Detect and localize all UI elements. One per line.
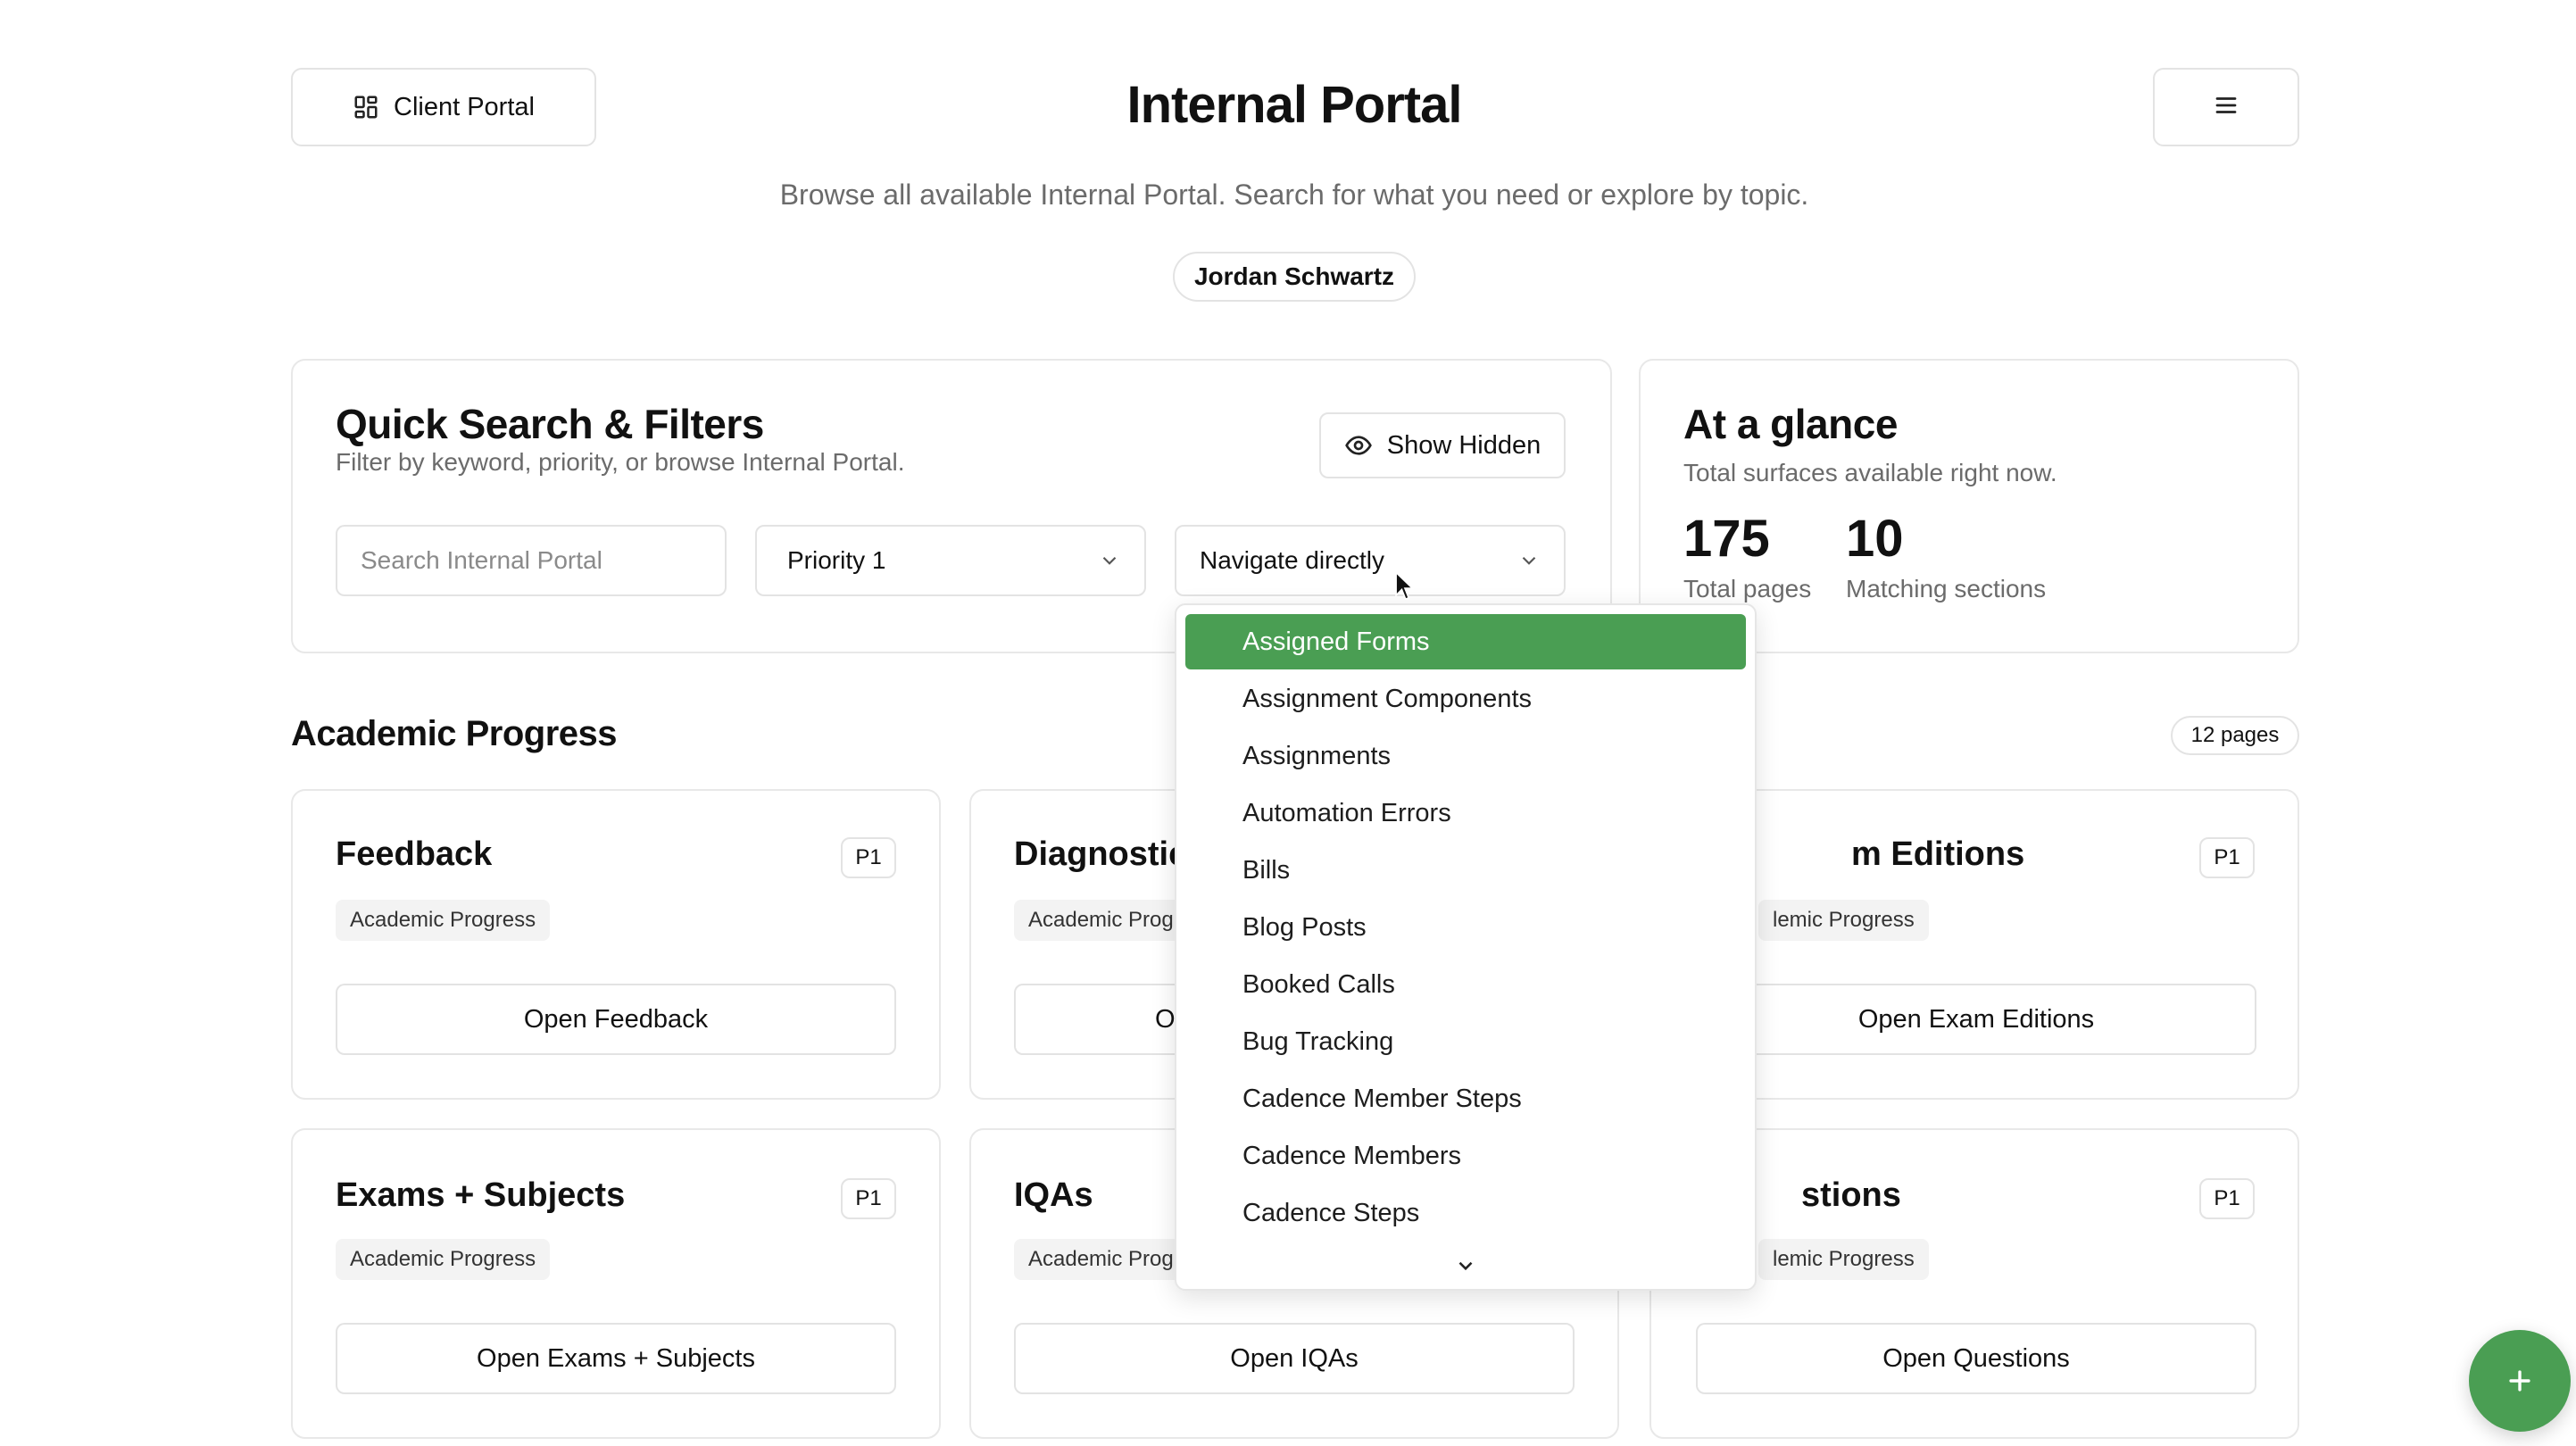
chevron-down-icon [1517,549,1541,572]
card-title: Feedback [336,835,493,873]
section-count-text: 12 pages [2190,723,2280,747]
add-fab-button[interactable] [2469,1330,2571,1432]
total-pages-label: Total pages [1683,575,1812,602]
dropdown-item-booked-calls[interactable]: Booked Calls [1185,957,1746,1012]
priority-select[interactable]: Priority 1 [755,525,1146,596]
card-title: m Editions [1851,835,2025,873]
dropdown-item-assignments[interactable]: Assignments [1185,728,1746,784]
section-count-badge: 12 pages [2171,716,2299,755]
eye-icon [1344,431,1373,460]
open-feedback-button[interactable]: Open Feedback [336,984,896,1055]
dropdown-item-cadence-members[interactable]: Cadence Members [1185,1128,1746,1184]
category-tag: Academic Progress [336,900,551,941]
mouse-cursor-icon [1394,570,1416,606]
category-tag: Academic Prog [1014,1239,1192,1280]
priority-value: Priority 1 [787,546,886,574]
plus-icon [2505,1366,2535,1396]
glance-description: Total surfaces available right now. [1683,459,2057,486]
dropdown-item-blog-posts[interactable]: Blog Posts [1185,900,1746,955]
filters-description: Filter by keyword, priority, or browse I… [336,448,905,476]
category-tag: lemic Progress [1758,900,1929,941]
category-tag: Academic Prog [1014,900,1192,941]
search-placeholder: Search Internal Portal [361,546,602,574]
card-title: Exams + Subjects [336,1176,626,1214]
dropdown-item-cadence-member-steps[interactable]: Cadence Member Steps [1185,1071,1746,1126]
open-exams-subjects-button[interactable]: Open Exams + Subjects [336,1323,896,1394]
dropdown-item-bills[interactable]: Bills [1185,843,1746,898]
open-button-label: O [1155,1004,1176,1034]
card-feedback: Feedback P1 Academic Progress Open Feedb… [291,789,941,1100]
dropdown-item-assignment-components[interactable]: Assignment Components [1185,671,1746,727]
open-questions-button[interactable]: Open Questions [1696,1323,2256,1394]
dropdown-item-automation-errors[interactable]: Automation Errors [1185,785,1746,841]
page-subtitle: Browse all available Internal Portal. Se… [779,179,1809,211]
open-iqas-button[interactable]: Open IQAs [1014,1323,1575,1394]
dropdown-item-bug-tracking[interactable]: Bug Tracking [1185,1014,1746,1069]
card-title: stions [1801,1176,1901,1214]
card-title: IQAs [1014,1176,1093,1214]
show-hidden-label: Show Hidden [1386,430,1541,460]
matching-value: 10 [1846,510,1904,568]
user-badge: Jordan Schwartz [1173,252,1416,302]
navigate-select[interactable]: Navigate directly [1175,525,1566,596]
menu-button[interactable] [2153,68,2299,146]
show-hidden-button[interactable]: Show Hidden [1319,412,1566,478]
category-tag: lemic Progress [1758,1239,1929,1280]
chevron-down-icon [1098,549,1121,572]
matching-label: Matching sections [1846,575,2047,602]
user-name: Jordan Schwartz [1193,262,1395,290]
navigate-dropdown-menu: Assigned Forms Assignment Components Ass… [1175,603,1757,1291]
open-exam-editions-button[interactable]: Open Exam Editions [1696,984,2256,1055]
card-title: Diagnostic [1014,835,1188,873]
glance-title: At a glance [1683,401,1898,447]
dropdown-item-assigned-forms[interactable]: Assigned Forms [1185,614,1746,669]
total-pages-value: 175 [1683,510,1770,568]
priority-badge: P1 [2199,837,2255,878]
card-exams-subjects: Exams + Subjects P1 Academic Progress Op… [291,1128,941,1439]
scroll-down-chevron-icon[interactable] [1176,1248,1755,1284]
search-input[interactable]: Search Internal Portal [336,525,727,596]
category-tag: Academic Progress [336,1239,551,1280]
priority-badge: P1 [841,837,896,878]
section-title: Academic Progress [291,714,618,753]
priority-badge: P1 [841,1178,896,1219]
priority-badge: P1 [2199,1178,2255,1219]
filters-title: Quick Search & Filters [336,401,764,447]
hamburger-icon [2213,92,2239,123]
navigate-value: Navigate directly [1200,546,1384,574]
dropdown-item-cadence-steps[interactable]: Cadence Steps [1185,1185,1746,1241]
